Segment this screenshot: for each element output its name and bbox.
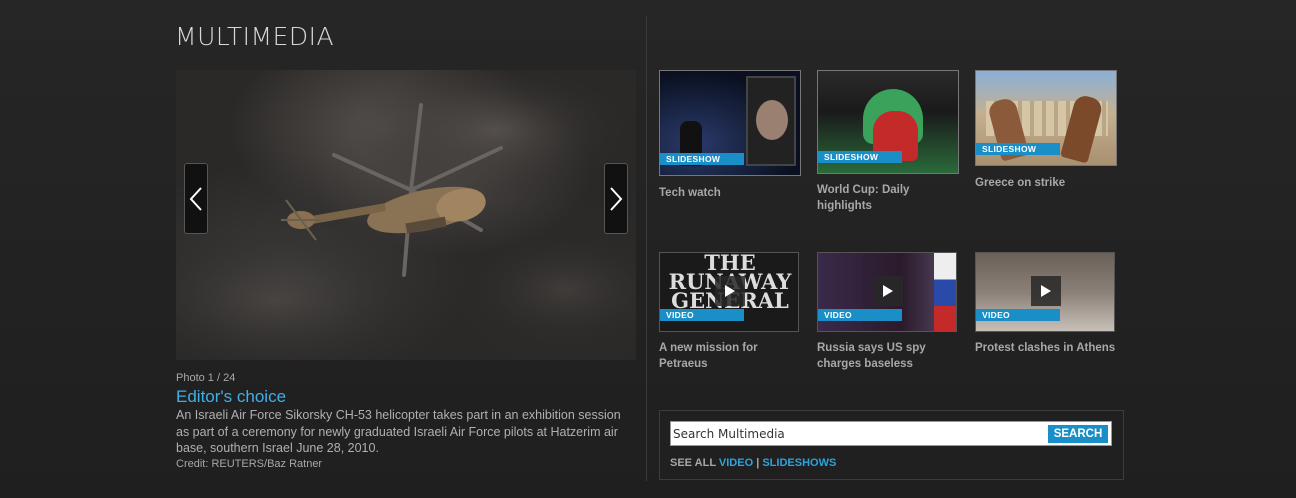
- photo-credit: Credit: REUTERS/Baz Ratner: [176, 458, 323, 470]
- previous-photo-button[interactable]: [184, 163, 208, 234]
- see-all-links: SEE ALL VIDEO | SLIDESHOWS: [670, 457, 836, 469]
- search-button[interactable]: SEARCH: [1048, 425, 1108, 443]
- thumbnail-image-flag: [934, 253, 956, 331]
- helicopter-image: [176, 70, 636, 360]
- see-all-slideshows-link[interactable]: SLIDESHOWS: [762, 457, 836, 469]
- thumbnail-caption-greece-strike[interactable]: Greece on strike: [975, 175, 1117, 191]
- next-photo-button[interactable]: [604, 163, 628, 234]
- video-tag: VIDEO: [976, 309, 1060, 321]
- play-icon: [725, 285, 735, 297]
- thumbnail-petraeus[interactable]: THE RUNAWAY GENERAL VIDEO: [659, 252, 799, 332]
- multimedia-page: MULTIMEDIA Photo 1 / 24 Editor's choice …: [0, 0, 1296, 498]
- slideshow-tag: SLIDESHOW: [976, 143, 1060, 155]
- featured-description: An Israeli Air Force Sikorsky CH-53 heli…: [176, 408, 621, 455]
- link-separator: |: [756, 457, 760, 469]
- thumbnail-athens-protest[interactable]: VIDEO: [975, 252, 1115, 332]
- section-title: MULTIMEDIA: [175, 22, 335, 51]
- thumbnail-world-cup[interactable]: SLIDESHOW: [817, 70, 959, 174]
- play-icon: [1041, 285, 1051, 297]
- thumbnail-caption-russia-spy[interactable]: Russia says US spy charges baseless: [817, 340, 959, 372]
- thumbnail-caption-petraeus[interactable]: A new mission for Petraeus: [659, 340, 801, 372]
- see-all-video-link[interactable]: VIDEO: [719, 457, 753, 469]
- column-divider: [646, 16, 647, 481]
- thumbnail-caption-tech-watch[interactable]: Tech watch: [659, 185, 801, 201]
- thumbnail-russia-spy[interactable]: VIDEO: [817, 252, 957, 332]
- thumbnail-caption-world-cup[interactable]: World Cup: Daily highlights: [817, 182, 959, 214]
- video-tag: VIDEO: [660, 309, 744, 321]
- search-field: SEARCH: [670, 421, 1112, 446]
- thumbnail-tech-watch[interactable]: SLIDESHOW: [659, 70, 801, 176]
- play-button[interactable]: [1031, 276, 1061, 306]
- search-input[interactable]: [673, 424, 1043, 443]
- chevron-right-icon: [610, 186, 623, 211]
- featured-photo[interactable]: [176, 70, 636, 360]
- photo-counter: Photo 1 / 24: [176, 372, 236, 384]
- play-icon: [883, 285, 893, 297]
- play-button[interactable]: [873, 276, 903, 306]
- chevron-left-icon: [189, 186, 202, 211]
- play-button[interactable]: [715, 276, 745, 306]
- thumbnail-greece-strike[interactable]: SLIDESHOW: [975, 70, 1117, 166]
- slideshow-tag: SLIDESHOW: [660, 153, 744, 165]
- slideshow-tag: SLIDESHOW: [818, 151, 902, 163]
- thumbnail-image-screen: [746, 76, 796, 166]
- featured-title-link[interactable]: Editor's choice: [176, 387, 286, 407]
- thumbnail-caption-athens-protest[interactable]: Protest clashes in Athens: [975, 340, 1117, 356]
- video-tag: VIDEO: [818, 309, 902, 321]
- see-all-label: SEE ALL: [670, 457, 716, 469]
